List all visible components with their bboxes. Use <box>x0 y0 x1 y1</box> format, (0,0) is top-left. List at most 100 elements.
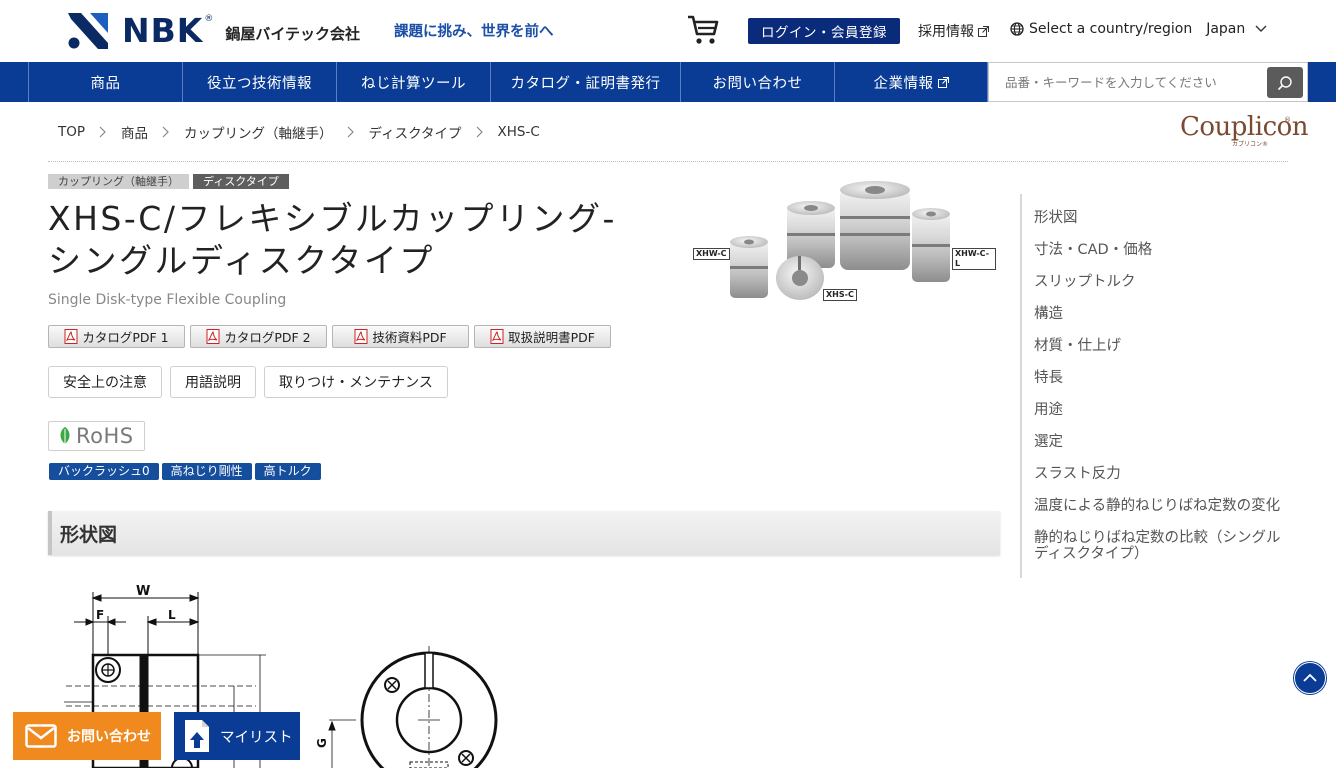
search-button[interactable] <box>1267 67 1303 98</box>
category-tags: カップリング（軸継手） ディスクタイプ <box>48 174 289 189</box>
nav-item-company[interactable]: 企業情報 <box>834 62 988 102</box>
nbk-logo-mark-icon <box>68 13 108 49</box>
toc-item-temperature[interactable]: 温度による静的ねじりばね定数の変化 <box>1034 498 1284 514</box>
breadcrumb-current: XHS-C <box>497 124 540 140</box>
pdf-icon <box>490 329 504 344</box>
toc-item-thrust[interactable]: スラスト反力 <box>1034 466 1284 482</box>
floating-contact-button[interactable]: お問い合わせ <box>13 712 161 760</box>
chevron-right-icon <box>162 126 169 138</box>
nav-item-catalog[interactable]: カタログ・証明書発行 <box>490 62 680 102</box>
breadcrumb-disk-type[interactable]: ディスクタイプ <box>369 122 462 142</box>
mail-icon <box>25 724 57 748</box>
coupling-photo <box>730 181 950 300</box>
toc-item-shape[interactable]: 形状図 <box>1034 210 1284 226</box>
page-title: XHS-C/フレキシブルカップリング- シングルディスクタイプ <box>48 198 688 282</box>
category-tag[interactable]: ディスクタイプ <box>193 174 289 189</box>
image-label-xhw-c-l: XHW-C-L <box>952 248 996 270</box>
country-label: Select a country/region <box>1029 21 1193 37</box>
rohs-badge: RoHS <box>48 421 145 451</box>
nbk-logo[interactable]: NBK ® 鍋屋バイテック会社 <box>68 12 360 50</box>
divider <box>48 161 1288 162</box>
pdf-button-label: 技術資料PDF <box>372 330 447 345</box>
leaf-icon <box>60 427 70 445</box>
external-link-icon <box>937 76 949 88</box>
globe-icon <box>1010 22 1024 36</box>
feature-tag: 高ねじり剛性 <box>161 463 252 480</box>
nav-item-contact[interactable]: お問い合わせ <box>680 62 834 102</box>
search-icon <box>1277 75 1292 90</box>
chevron-right-icon <box>476 126 483 138</box>
couplicon-reg: ® <box>1284 116 1291 124</box>
page-toc: 形状図 寸法・CAD・価格 スリップトルク 構造 材質・仕上げ 特長 用途 選定… <box>1020 194 1290 578</box>
recruit-link[interactable]: 採用情報 <box>918 21 989 41</box>
section-heading-shape: 形状図 <box>48 511 1000 555</box>
nav-item-tech-info[interactable]: 役立つ技術情報 <box>182 62 336 102</box>
toc-item-material[interactable]: 材質・仕上げ <box>1034 338 1284 354</box>
nav-item-label: お問い合わせ <box>712 75 803 92</box>
toc-item-comparison[interactable]: 静的ねじりばね定数の比較（シングルディスクタイプ） <box>1034 530 1284 562</box>
feature-tag: 高トルク <box>254 463 321 480</box>
toc-item-features[interactable]: 特長 <box>1034 370 1284 386</box>
catalog-pdf-1-button[interactable]: カタログPDF 1 <box>48 325 185 348</box>
glossary-button[interactable]: 用語説明 <box>170 366 256 398</box>
chevron-right-icon <box>347 126 354 138</box>
login-register-button[interactable]: ログイン・会員登録 <box>748 18 900 44</box>
category-tag[interactable]: カップリング（軸継手） <box>48 174 189 189</box>
pdf-buttons: カタログPDF 1 カタログPDF 2 技術資料PDF 取扱説明書PDF <box>48 325 611 348</box>
installation-maintenance-button[interactable]: 取りつけ・メンテナンス <box>264 366 448 398</box>
dimension-label-l: L <box>168 608 176 622</box>
section-title: 形状図 <box>60 524 118 546</box>
site-header: NBK ® 鍋屋バイテック会社 課題に挑み、世界を前へ ログイン・会員登録 採用… <box>0 0 1336 62</box>
toc-item-structure[interactable]: 構造 <box>1034 306 1284 322</box>
page-title-line1: XHS-C/フレキシブルカップリング- <box>48 199 617 238</box>
pdf-button-label: 取扱説明書PDF <box>508 330 595 345</box>
external-link-icon <box>978 25 989 37</box>
safety-notes-button[interactable]: 安全上の注意 <box>48 366 162 398</box>
product-image: XHW-C XHW-C-L XHS-C <box>690 178 996 306</box>
floating-mylist-button[interactable]: マイリスト <box>174 712 300 760</box>
couplicon-kana: カプリコン® <box>1232 141 1269 148</box>
image-label-xhw-c: XHW-C <box>693 248 730 260</box>
breadcrumb-top[interactable]: TOP <box>58 124 85 140</box>
nav-item-label: 商品 <box>90 75 121 92</box>
toc-item-applications[interactable]: 用途 <box>1034 402 1284 418</box>
pdf-icon <box>206 329 220 344</box>
rohs-label: RoHS <box>76 424 134 448</box>
page-top-button[interactable] <box>1294 662 1326 694</box>
toc-item-slip-torque[interactable]: スリップトルク <box>1034 274 1284 290</box>
breadcrumb-products[interactable]: 商品 <box>121 122 148 142</box>
search-box <box>988 62 1308 102</box>
feature-tag: バックラッシュ0 <box>49 463 159 480</box>
search-input[interactable] <box>989 63 1259 101</box>
couplicon-brand-logo: Couplicon ® カプリコン® <box>1180 112 1309 150</box>
country-selector[interactable]: Select a country/region Japan <box>1010 21 1267 37</box>
cart-icon[interactable] <box>686 14 720 46</box>
pdf-icon <box>354 329 368 344</box>
logo-registered-mark: ® <box>204 14 214 24</box>
couplicon-name: Couplicon <box>1180 112 1309 142</box>
feature-tags: バックラッシュ0 高ねじり剛性 高トルク <box>49 463 321 480</box>
chevron-down-icon <box>1255 25 1267 32</box>
info-buttons: 安全上の注意 用語説明 取りつけ・メンテナンス <box>48 366 448 398</box>
dimension-label-f: F <box>96 608 104 622</box>
nav-item-products[interactable]: 商品 <box>28 62 182 102</box>
tech-doc-pdf-button[interactable]: 技術資料PDF <box>332 325 469 348</box>
image-label-xhs-c: XHS-C <box>823 289 857 301</box>
logo-text: NBK <box>122 11 204 50</box>
manual-pdf-button[interactable]: 取扱説明書PDF <box>474 325 611 348</box>
page-subtitle: Single Disk-type Flexible Coupling <box>48 292 287 308</box>
nav-item-label: 企業情報 <box>873 75 934 92</box>
nav-item-screw-calc[interactable]: ねじ計算ツール <box>336 62 490 102</box>
chevron-right-icon <box>99 126 106 138</box>
nav-item-label: ねじ計算ツール <box>361 75 466 92</box>
pdf-icon <box>64 329 78 344</box>
country-value: Japan <box>1206 21 1246 37</box>
toc-item-dimensions[interactable]: 寸法・CAD・価格 <box>1034 242 1284 258</box>
breadcrumb-coupling[interactable]: カップリング（軸継手） <box>184 122 333 142</box>
recruit-label: 採用情報 <box>918 24 974 40</box>
dimension-label-w: W <box>136 584 150 599</box>
catalog-pdf-2-button[interactable]: カタログPDF 2 <box>190 325 327 348</box>
toc-item-selection[interactable]: 選定 <box>1034 434 1284 450</box>
global-nav: 商品 役立つ技術情報 ねじ計算ツール カタログ・証明書発行 お問い合わせ 企業情… <box>0 62 1336 102</box>
floating-mylist-label: マイリスト <box>220 729 293 746</box>
